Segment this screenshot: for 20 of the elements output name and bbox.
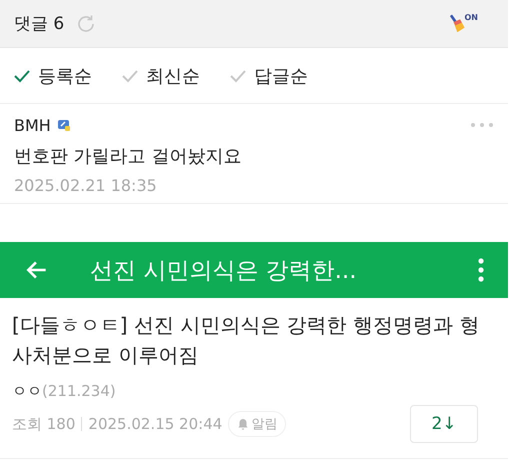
post-ip: (211.234) — [42, 382, 116, 400]
more-icon[interactable] — [470, 122, 494, 128]
comments-count: 댓글 6 — [14, 13, 64, 35]
view-count: 조회 180 — [12, 414, 76, 434]
post-title: [다들ㅎㅇㅌ] 선진 시민의식은 강력한 행정명령과 형사처분으로 이루어짐 — [12, 312, 480, 369]
member-icon — [56, 118, 71, 132]
app-bar-title: 선진 시민의식은 강력한... — [90, 256, 358, 286]
bell-icon — [237, 418, 250, 430]
more-icon[interactable] — [478, 258, 484, 282]
post-date: 2025.02.15 20:44 — [88, 415, 222, 433]
broom-toggle[interactable]: ON — [448, 12, 478, 34]
comment-date: 2025.02.21 18:35 — [14, 176, 158, 195]
comment-author: BMH — [14, 116, 51, 134]
sort-option[interactable]: 등록순 — [12, 64, 92, 88]
comment-text: 번호판 가릴라고 걸어놨지요 — [14, 145, 242, 168]
sort-option[interactable]: 답글순 — [228, 64, 308, 88]
comment-count-button[interactable]: 2↓ — [410, 405, 478, 443]
on-label: ON — [464, 12, 478, 22]
post-author: ㅇㅇ — [12, 382, 42, 400]
sort-option[interactable]: 최신순 — [120, 64, 200, 88]
